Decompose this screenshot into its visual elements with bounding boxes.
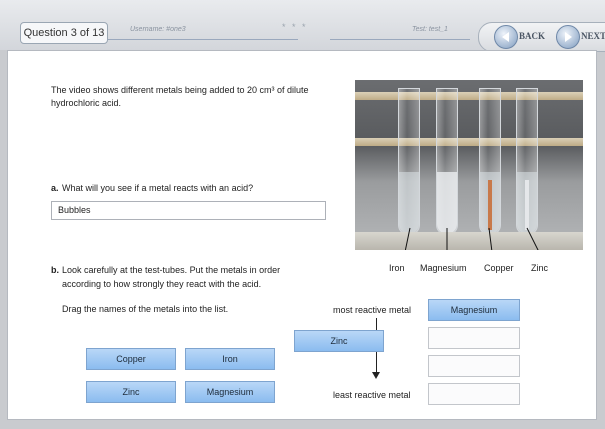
metal-label-magnesium: Magnesium [420,263,467,273]
next-button[interactable]: NEXT [556,25,605,49]
metal-label-copper: Copper [484,263,514,273]
tile-magnesium[interactable]: Magnesium [185,381,275,403]
rank-slot-3[interactable] [428,355,520,377]
tile-iron[interactable]: Iron [185,348,275,370]
most-reactive-label: most reactive metal [333,305,412,315]
back-label: BACK [519,31,546,41]
drag-instruction: Drag the names of the metals into the li… [62,304,229,314]
photo-pointer-lines [404,227,539,250]
test-tubes-photo [355,80,583,250]
answer-input[interactable] [51,201,326,220]
tile-zinc[interactable]: Zinc [86,381,176,403]
username-label: Username: #one3 [130,26,186,33]
next-label: NEXT [581,31,605,41]
username-underline [108,39,298,40]
rank-slot-4[interactable] [428,383,520,405]
rank-slot-1[interactable]: Magnesium [428,299,520,321]
dragging-tile-zinc[interactable]: Zinc [294,330,384,352]
back-button[interactable]: BACK [494,25,550,49]
least-reactive-label: least reactive metal [333,390,411,400]
header-dots: * * * [282,22,308,32]
down-arrow-icon [372,372,380,379]
part-a-question: What will you see if a metal reacts with… [62,183,254,193]
tile-copper[interactable]: Copper [86,348,176,370]
test-underline [330,39,470,40]
rank-slot-2[interactable] [428,327,520,349]
part-b-line1: Look carefully at the test-tubes. Put th… [62,265,281,275]
metal-label-zinc: Zinc [531,263,549,273]
intro-text: The video shows different metals being a… [51,85,309,108]
test-label: Test: test_1 [412,26,448,33]
part-b-line2: according to how strongly they react wit… [62,279,262,289]
next-arrow-icon [556,25,580,49]
part-b-letter: b. [51,265,59,275]
question-counter: Question 3 of 13 [20,22,108,44]
back-arrow-icon [494,25,518,49]
metal-label-iron: Iron [389,263,405,273]
part-a-letter: a. [51,183,59,193]
